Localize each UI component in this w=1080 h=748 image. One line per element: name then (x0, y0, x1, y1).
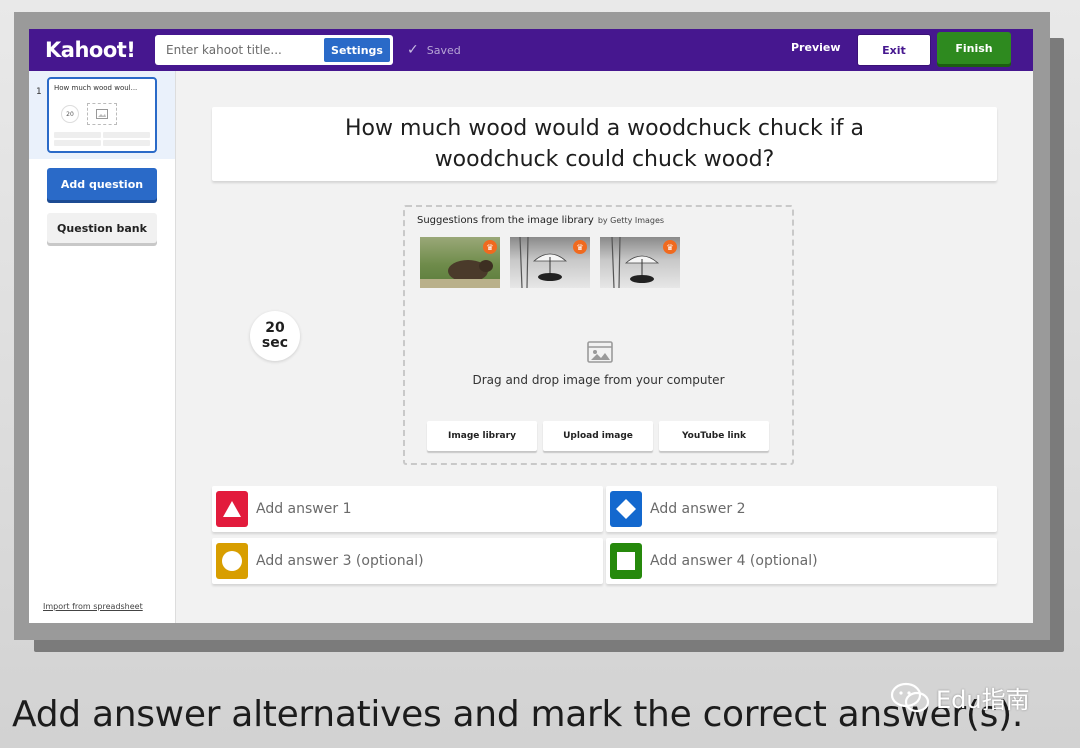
answer-4-input[interactable]: Add answer 4 (optional) (606, 538, 997, 584)
answer-3-input[interactable]: Add answer 3 (optional) (212, 538, 603, 584)
image-upload-icon (587, 341, 613, 367)
question-input[interactable]: How much wood would a woodchuck chuck if… (212, 107, 997, 181)
watermark: Edu指南 (890, 680, 1030, 715)
suggestion-thumbnails: ♛ ♛ ♛ (420, 237, 680, 288)
time-limit-selector[interactable]: 20 sec (250, 311, 300, 361)
slide-thumbnail-timer: 20 (61, 105, 79, 123)
top-bar: Kahoot! Settings ✓ Saved Preview Exit Fi… (29, 29, 1033, 71)
video-caption: Add answer alternatives and mark the cor… (12, 694, 1023, 735)
slide-list-item[interactable]: 1 How much wood woul... 20 (29, 71, 175, 159)
premium-crown-icon: ♛ (573, 240, 587, 254)
youtube-link-button[interactable]: YouTube link (659, 421, 769, 451)
kahoot-title-input[interactable] (158, 43, 324, 57)
title-box: Settings (155, 35, 393, 65)
diamond-icon (610, 491, 642, 527)
upload-image-button[interactable]: Upload image (543, 421, 653, 451)
import-from-spreadsheet-link[interactable]: Import from spreadsheet (43, 602, 143, 611)
premium-crown-icon: ♛ (483, 240, 497, 254)
watermark-text: Edu指南 (936, 686, 1030, 714)
premium-crown-icon: ♛ (663, 240, 677, 254)
saved-status: ✓ Saved (407, 42, 461, 58)
saved-label: Saved (426, 43, 461, 57)
answer-2-input[interactable]: Add answer 2 (606, 486, 997, 532)
exit-button[interactable]: Exit (857, 34, 931, 66)
answer-4-placeholder: Add answer 4 (optional) (650, 553, 818, 569)
image-placeholder-icon (87, 103, 117, 125)
slide-thumbnail-answers (54, 132, 150, 146)
image-library-button[interactable]: Image library (427, 421, 537, 451)
suggestions-title: Suggestions from the image library (417, 215, 594, 226)
suggestions-provider: by Getty Images (597, 216, 665, 225)
triangle-icon (216, 491, 248, 527)
suggested-image-umbrella-2[interactable]: ♛ (600, 237, 680, 288)
add-question-button[interactable]: Add question (47, 168, 157, 200)
chat-bubble-icon (890, 682, 930, 712)
circle-icon (216, 543, 248, 579)
slide-thumbnail-title: How much wood woul... (54, 84, 138, 92)
kahoot-editor: Kahoot! Settings ✓ Saved Preview Exit Fi… (29, 29, 1033, 623)
kahoot-logo: Kahoot! (45, 38, 136, 62)
suggestions-heading: Suggestions from the image library by Get… (417, 215, 664, 226)
settings-button[interactable]: Settings (324, 38, 390, 62)
question-bank-button[interactable]: Question bank (47, 213, 157, 243)
suggested-image-umbrella-1[interactable]: ♛ (510, 237, 590, 288)
timer-unit: sec (261, 335, 289, 351)
drag-drop-text: Drag and drop image from your computer (472, 373, 725, 387)
sidebar: 1 How much wood woul... 20 Add question … (29, 71, 176, 623)
suggested-image-groundhog[interactable]: ♛ (420, 237, 500, 288)
finish-button[interactable]: Finish (937, 32, 1011, 64)
square-icon (610, 543, 642, 579)
screen-frame: Kahoot! Settings ✓ Saved Preview Exit Fi… (14, 12, 1050, 640)
answer-1-input[interactable]: Add answer 1 (212, 486, 603, 532)
question-text: How much wood would a woodchuck chuck if… (344, 116, 865, 172)
timer-value: 20 (265, 320, 285, 336)
preview-button[interactable]: Preview (791, 41, 841, 54)
answer-3-placeholder: Add answer 3 (optional) (256, 553, 424, 569)
answer-1-placeholder: Add answer 1 (256, 501, 352, 517)
answer-2-placeholder: Add answer 2 (650, 501, 746, 517)
check-icon: ✓ (407, 42, 419, 58)
slide-thumbnail[interactable]: How much wood woul... 20 (47, 77, 157, 153)
media-drop-zone[interactable]: Suggestions from the image library by Get… (403, 205, 794, 465)
slide-number: 1 (36, 87, 42, 97)
